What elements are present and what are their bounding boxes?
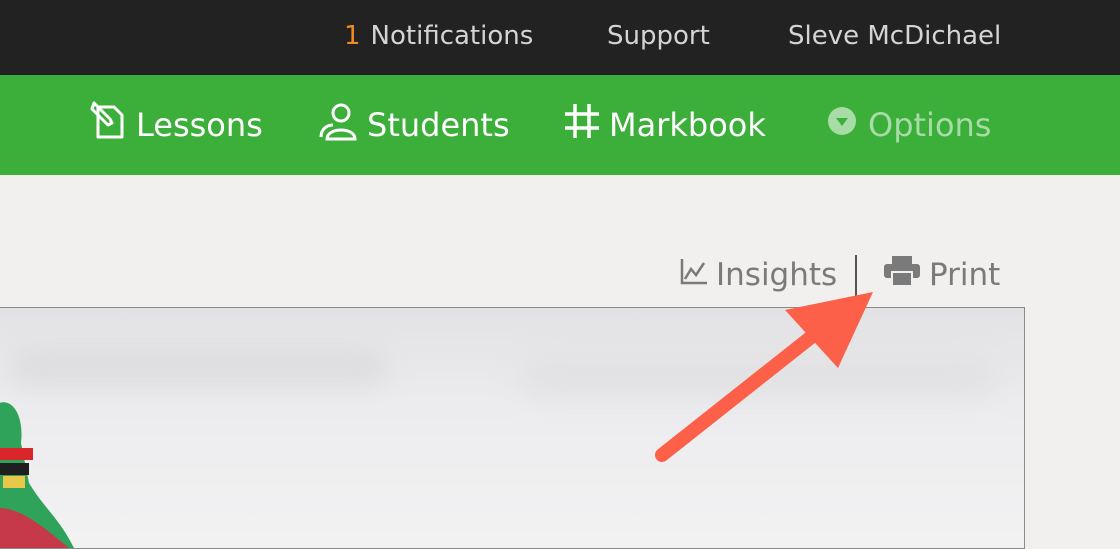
nav-lessons[interactable]: Lessons [88, 101, 263, 149]
notifications-link[interactable]: 1 Notifications [344, 18, 533, 54]
nav-options[interactable]: Options [826, 103, 991, 147]
support-link[interactable]: Support [607, 18, 710, 54]
skater-figure [0, 402, 74, 548]
insights-link[interactable]: Insights [680, 253, 837, 297]
top-bar: 1 Notifications Support Sleve McDichael [0, 0, 1120, 75]
page-content: Insights Print [0, 175, 1120, 549]
nav-options-label: Options [868, 106, 992, 144]
chevron-down-circle-icon [826, 104, 868, 146]
notifications-count: 1 [344, 21, 361, 51]
main-nav: Lessons Students Markbook Options [0, 75, 1120, 175]
lesson-preview-image [0, 307, 1025, 549]
toolbar-divider [855, 255, 857, 297]
nav-markbook-label: Markbook [609, 106, 766, 144]
notifications-label: Notifications [370, 21, 534, 51]
print-label: Print [929, 257, 1001, 293]
nav-students[interactable]: Students [317, 103, 510, 147]
printer-icon [883, 254, 929, 296]
nav-lessons-label: Lessons [136, 106, 263, 144]
pencil-page-icon [88, 101, 136, 149]
grid-hash-icon [563, 101, 609, 149]
user-menu[interactable]: Sleve McDichael [788, 18, 1001, 54]
insights-label: Insights [716, 257, 838, 293]
users-icon [317, 101, 367, 149]
line-chart-icon [680, 257, 716, 293]
nav-markbook[interactable]: Markbook [563, 103, 766, 147]
print-link[interactable]: Print [883, 253, 1000, 297]
nav-students-label: Students [367, 106, 510, 144]
